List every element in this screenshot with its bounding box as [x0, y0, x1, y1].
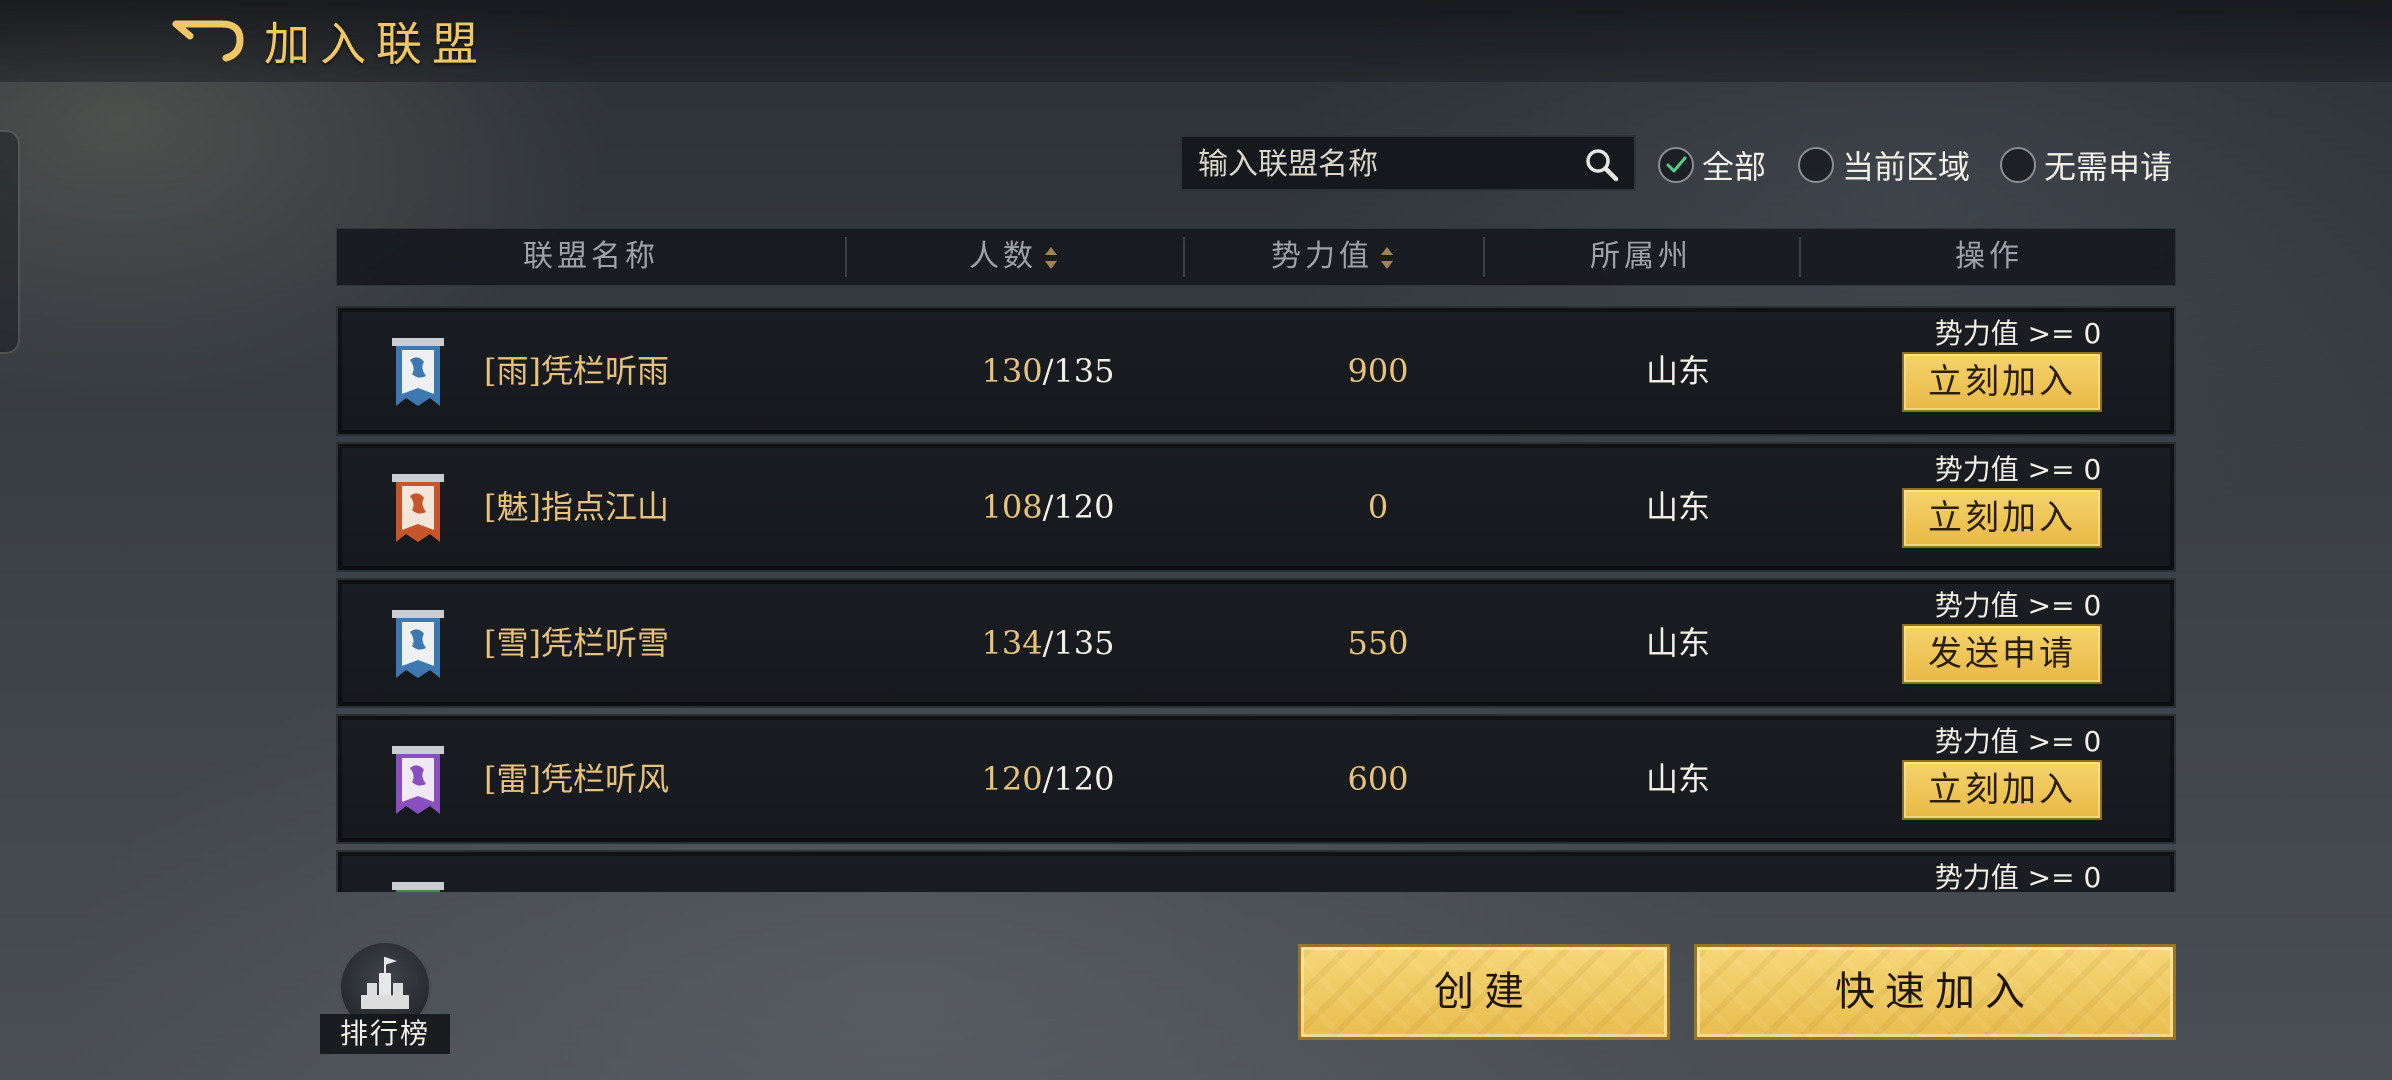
page-title: 加入联盟 — [264, 17, 488, 71]
table-row[interactable]: [雪]凭栏听雪 134/135 550 山东 势力值 >= 0 发送申请 — [336, 578, 2176, 708]
region: 山东 — [1645, 488, 1710, 526]
member-count: 130/135 — [898, 308, 1198, 434]
member-max: /135 — [1042, 352, 1115, 390]
member-current: 120 — [981, 760, 1043, 798]
create-button[interactable]: 创建 — [1298, 944, 1670, 1040]
region: 山东 — [1645, 352, 1710, 390]
alliance-banner-icon — [392, 610, 444, 678]
member-max: /135 — [1042, 624, 1115, 662]
power-value: 550 — [1347, 624, 1409, 662]
join-now-button[interactable]: 立刻加入 — [1902, 488, 2102, 548]
search-input[interactable] — [1196, 143, 1560, 185]
alliance-banner-icon — [392, 474, 444, 542]
table-row[interactable]: [雨]凭栏听雨 130/135 900 山东 势力值 >= 0 立刻加入 — [336, 306, 2176, 436]
table-row[interactable]: 势力值 >= 0 — [336, 850, 2176, 892]
filter-current-region-checkbox[interactable] — [1798, 147, 1834, 183]
col-region: 所属州 — [1590, 239, 1692, 274]
col-name: 联盟名称 — [523, 239, 659, 274]
back-arrow-icon[interactable] — [170, 14, 246, 62]
check-icon — [1666, 156, 1687, 173]
filter-all-label: 全部 — [1702, 148, 1767, 186]
member-count: 108/120 — [898, 444, 1198, 570]
table-header: 联盟名称 人数 势力值 所属州 操作 — [336, 228, 2176, 286]
alliance-name: [魅]指点江山 — [484, 488, 669, 526]
search-box[interactable] — [1180, 135, 1636, 191]
power-value: 0 — [1367, 488, 1389, 526]
col-action: 操作 — [1955, 239, 2023, 274]
join-now-button[interactable]: 立刻加入 — [1902, 352, 2102, 412]
member-current: 134 — [981, 624, 1043, 662]
join-now-button[interactable]: 立刻加入 — [1902, 760, 2102, 820]
filter-all[interactable]: 全部 — [1658, 143, 1766, 187]
ranking-button[interactable]: 排行榜 — [320, 940, 450, 1056]
alliance-list[interactable]: [雨]凭栏听雨 130/135 900 山东 势力值 >= 0 立刻加入 [魅]… — [336, 306, 2176, 892]
requirement-text: 势力值 >= 0 — [1934, 589, 2102, 622]
alliance-name: [雷]凭栏听风 — [484, 760, 669, 798]
col-members-label: 人数 — [969, 239, 1037, 274]
member-count: 120/120 — [898, 716, 1198, 842]
quick-join-button[interactable]: 快速加入 — [1694, 944, 2176, 1040]
alliance-banner-icon — [392, 746, 444, 814]
col-members[interactable]: 人数 — [847, 229, 1181, 285]
requirement-text: 势力值 >= 0 — [1934, 453, 2102, 486]
table-row[interactable]: [雷]凭栏听风 120/120 600 山东 势力值 >= 0 立刻加入 — [336, 714, 2176, 844]
filter-current-region-label: 当前区域 — [1842, 148, 1971, 186]
col-power-label: 势力值 — [1271, 239, 1373, 274]
filter-no-application-checkbox[interactable] — [2000, 147, 2036, 183]
region: 山东 — [1645, 760, 1710, 798]
requirement-text: 势力值 >= 0 — [1934, 725, 2102, 758]
col-power[interactable]: 势力值 — [1185, 229, 1481, 285]
filter-current-region[interactable]: 当前区域 — [1798, 143, 1970, 187]
member-current: 108 — [981, 488, 1043, 526]
filter-all-checkbox[interactable] — [1658, 147, 1694, 183]
requirement-text: 势力值 >= 0 — [1934, 861, 2102, 892]
requirement-text: 势力值 >= 0 — [1934, 317, 2102, 350]
side-handle[interactable] — [0, 130, 20, 354]
power-value: 600 — [1347, 760, 1409, 798]
alliance-name: [雨]凭栏听雨 — [484, 352, 669, 390]
member-max: /120 — [1042, 760, 1115, 798]
region: 山东 — [1645, 624, 1710, 662]
alliance-banner-icon — [392, 338, 444, 406]
alliance-name: [雪]凭栏听雪 — [484, 624, 669, 662]
ranking-label: 排行榜 — [320, 1014, 450, 1054]
filter-no-application[interactable]: 无需申请 — [2000, 143, 2172, 187]
sort-icon[interactable] — [1379, 244, 1395, 272]
member-count: 134/135 — [898, 580, 1198, 706]
member-current: 130 — [981, 352, 1043, 390]
power-value: 900 — [1347, 352, 1409, 390]
table-row[interactable]: [魅]指点江山 108/120 0 山东 势力值 >= 0 立刻加入 — [336, 442, 2176, 572]
send-application-button[interactable]: 发送申请 — [1902, 624, 2102, 684]
alliance-banner-icon — [392, 882, 444, 892]
member-max: /120 — [1042, 488, 1115, 526]
sort-icon[interactable] — [1043, 244, 1059, 272]
search-icon[interactable] — [1584, 147, 1620, 183]
filter-no-application-label: 无需申请 — [2044, 148, 2173, 186]
